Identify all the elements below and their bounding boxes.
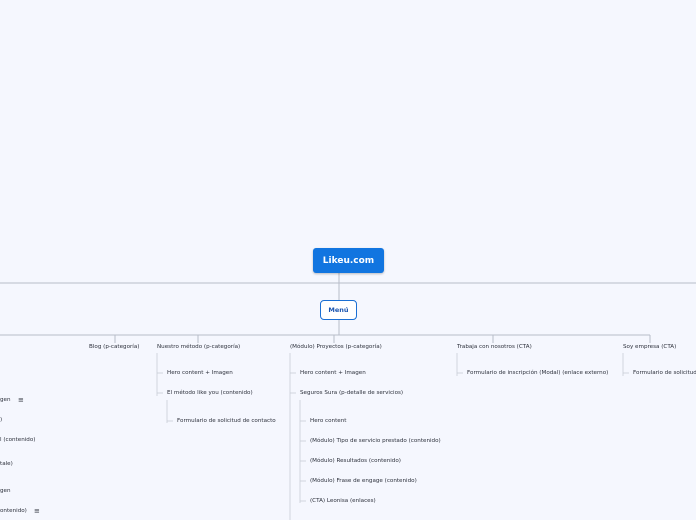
sura-item-frase[interactable]: (Módulo) Frase de engage (contenido) xyxy=(310,478,417,485)
left-item-4[interactable]: tale) xyxy=(0,461,13,468)
branch-proyectos[interactable]: (Módulo) Proyectos (p-categoría) xyxy=(290,344,382,351)
sura-item-hero[interactable]: Hero content xyxy=(310,418,346,425)
notes-icon[interactable]: ≡ xyxy=(34,508,40,515)
root-node[interactable]: Likeu.com xyxy=(313,248,384,273)
branch-blog[interactable]: Blog (p-categoría) xyxy=(89,344,139,351)
left-item-2[interactable]: ) xyxy=(0,417,2,424)
sura-item-tipo[interactable]: (Módulo) Tipo de servicio prestado (cont… xyxy=(310,438,441,445)
left-item-3[interactable]: l (contenido) xyxy=(0,437,35,444)
left-item-5[interactable]: gen xyxy=(0,488,11,495)
menu-node[interactable]: Menú xyxy=(320,300,357,320)
proyectos-child-sura[interactable]: Seguros Sura (p-detalle de servicios) xyxy=(300,390,403,397)
soy-child-formulario[interactable]: Formulario de solicitud xyxy=(633,370,696,377)
metodo-child-hero[interactable]: Hero content + Imagen xyxy=(167,370,233,377)
trabaja-child-formulario[interactable]: Formulario de inscripción (Modal) (enlac… xyxy=(467,370,608,377)
sura-item-resultados[interactable]: (Módulo) Resultados (contenido) xyxy=(310,458,401,465)
metodo-child-metodo[interactable]: El método like you (contenido) xyxy=(167,390,253,397)
sura-item-leonisa[interactable]: (CTA) Leonisa (enlaces) xyxy=(310,498,376,505)
branch-trabaja[interactable]: Trabaja con nosotros (CTA) xyxy=(457,344,532,351)
notes-icon[interactable]: ≡ xyxy=(18,397,24,404)
branch-soy[interactable]: Soy empresa (CTA) xyxy=(623,344,676,351)
proyectos-child-hero[interactable]: Hero content + Imagen xyxy=(300,370,366,377)
branch-metodo[interactable]: Nuestro método (p-categoría) xyxy=(157,344,240,351)
left-item-1[interactable]: gen xyxy=(0,397,11,404)
left-item-6[interactable]: ontenido) xyxy=(0,508,27,515)
metodo-grandchild-formulario[interactable]: Formulario de solicitud de contacto xyxy=(177,418,276,425)
